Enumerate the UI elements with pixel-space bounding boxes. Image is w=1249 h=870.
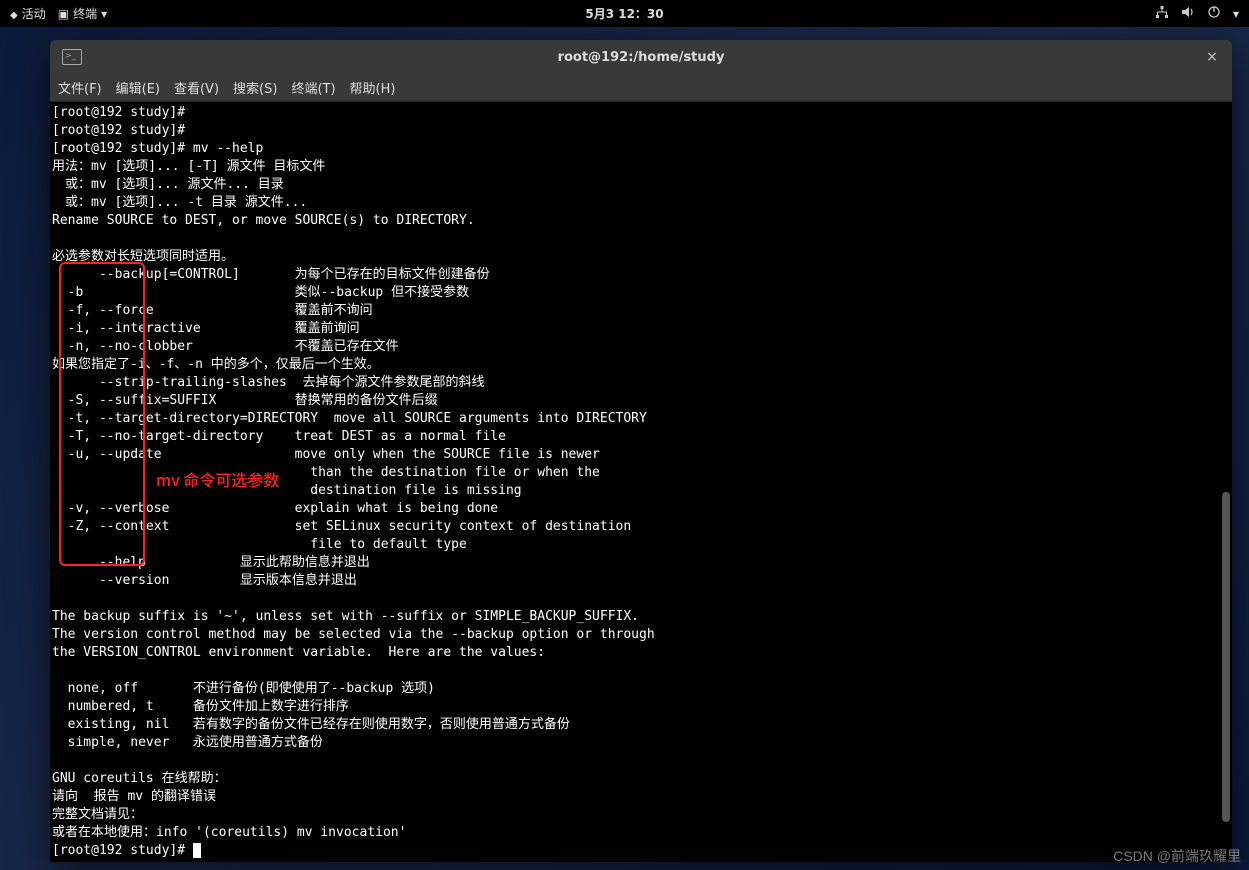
close-button[interactable]: × bbox=[1202, 49, 1222, 65]
terminal-body[interactable]: [root@192 study]# [root@192 study]# [roo… bbox=[50, 102, 1232, 862]
terminal-window: root@192:/home/study × 文件(F) 编辑(E) 查看(V)… bbox=[50, 40, 1232, 862]
window-title: root@192:/home/study bbox=[558, 50, 725, 65]
chevron-down-icon: ▾ bbox=[101, 7, 107, 21]
scrollbar[interactable] bbox=[1220, 102, 1232, 862]
terminal-icon bbox=[62, 49, 82, 65]
terminal-cursor bbox=[193, 843, 201, 858]
terminal-app-icon: ▣ bbox=[58, 7, 69, 21]
menubar: 文件(F) 编辑(E) 查看(V) 搜索(S) 终端(T) 帮助(H) bbox=[50, 74, 1232, 102]
network-icon[interactable] bbox=[1155, 5, 1169, 22]
menu-terminal[interactable]: 终端(T) bbox=[291, 78, 335, 97]
menu-search[interactable]: 搜索(S) bbox=[233, 78, 277, 97]
menu-help[interactable]: 帮助(H) bbox=[350, 78, 396, 97]
watermark: CSDN @前端玖耀里 bbox=[1113, 846, 1241, 866]
app-menu[interactable]: ▣ 终端 ▾ bbox=[58, 5, 107, 22]
volume-icon[interactable] bbox=[1181, 5, 1195, 22]
chevron-down-icon: ▾ bbox=[1233, 7, 1239, 21]
window-titlebar[interactable]: root@192:/home/study × bbox=[50, 40, 1232, 74]
menu-edit[interactable]: 编辑(E) bbox=[116, 78, 160, 97]
activities-button[interactable]: 活动 bbox=[10, 5, 46, 22]
menu-file[interactable]: 文件(F) bbox=[58, 78, 102, 97]
power-icon[interactable] bbox=[1207, 5, 1221, 22]
clock[interactable]: 5月3 12：30 bbox=[585, 5, 663, 22]
menu-view[interactable]: 查看(V) bbox=[174, 78, 219, 97]
app-menu-label: 终端 bbox=[73, 5, 97, 22]
scrollbar-thumb[interactable] bbox=[1222, 492, 1230, 822]
annotation-text: mv 命令可选参数 bbox=[156, 470, 279, 488]
gnome-top-panel: 活动 ▣ 终端 ▾ 5月3 12：30 ▾ bbox=[0, 0, 1249, 27]
